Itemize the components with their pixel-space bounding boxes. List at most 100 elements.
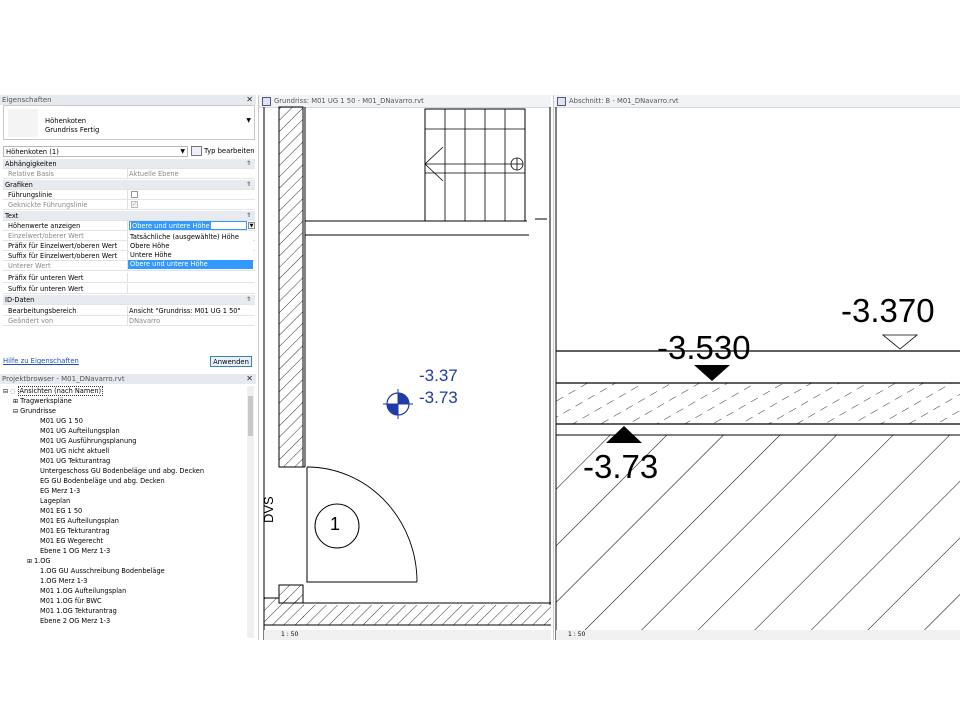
- tree-view-item[interactable]: M01 EG 1 50: [40, 506, 82, 516]
- prop-row-leader: Führungslinie: [3, 190, 255, 200]
- prop-key: Präfix für unteren Wert: [8, 274, 84, 282]
- expand-icon[interactable]: ⊞: [13, 398, 18, 405]
- prop-value: Ansicht "Grundriss: M01 UG 1 50": [129, 307, 241, 315]
- collapse-icon[interactable]: ⇑: [246, 295, 251, 304]
- instance-filter-dropdown[interactable]: Höhenkoten (1) ▼: [3, 146, 188, 157]
- group-dependencies[interactable]: Abhängigkeiten ⇑: [3, 159, 255, 169]
- tree-folder-label: Grundrisse: [20, 407, 56, 415]
- tree-view-label: M01 UG Aufteilungsplan: [40, 427, 120, 435]
- tree-folder-structural[interactable]: ⊞ Tragwerkspläne: [13, 396, 72, 406]
- tree-view-item[interactable]: Lageplan: [40, 496, 70, 506]
- edit-type-button[interactable]: Typ bearbeiten: [191, 146, 255, 157]
- close-icon[interactable]: ✕: [246, 95, 253, 105]
- tree-view-label: M01 EG Aufteilungsplan: [40, 517, 119, 525]
- prop-row-suffix-lower[interactable]: Suffix für unteren Wert: [3, 284, 255, 294]
- collapse-icon[interactable]: ⇑: [246, 159, 251, 168]
- tree-view-item[interactable]: Untergeschoss GU Bodenbeläge und abg. De…: [40, 466, 204, 476]
- tree-view-item[interactable]: M01 EG Aufteilungsplan: [40, 516, 119, 526]
- tree-view-item[interactable]: M01 EG Tekturantrag: [40, 526, 110, 536]
- elevation-marker-mid: [694, 365, 730, 381]
- group-graphics[interactable]: Grafiken ⇑: [3, 180, 255, 190]
- tree-view-item[interactable]: M01 UG Tekturantrag: [40, 456, 110, 466]
- section-view[interactable]: Abschnitt: B - M01_DNavarro.rvt -3.370 -…: [553, 95, 960, 640]
- prop-key: Führungslinie: [8, 191, 53, 199]
- apply-button[interactable]: Anwenden: [210, 356, 252, 367]
- section-canvas[interactable]: [554, 95, 960, 640]
- dropdown-option-selected[interactable]: Obere und untere Höhe: [128, 260, 253, 269]
- scrollbar-thumb[interactable]: [248, 396, 253, 436]
- plan-scale[interactable]: 1 : 50: [281, 631, 298, 638]
- tree-view-item[interactable]: M01 1.OG Aufteilungsplan: [40, 586, 126, 596]
- tree-view-item[interactable]: ⊞ 1.OG: [27, 556, 51, 566]
- section-scale[interactable]: 1 : 50: [568, 631, 585, 638]
- tree-root[interactable]: ⊟ ◌ Ansichten (nach Namen): [3, 386, 104, 396]
- tree-view-item[interactable]: 1.OG GU Ausschreibung Bodenbeläge: [40, 566, 165, 576]
- tree-view-item[interactable]: M01 UG nicht aktuell: [40, 446, 109, 456]
- collapse-icon[interactable]: ⊟: [13, 408, 18, 415]
- tree-view-label: 1.OG: [33, 557, 51, 565]
- tree-view-label: M01 1.OG Aufteilungsplan: [40, 587, 127, 595]
- tree-folder-label: Tragwerkspläne: [20, 397, 72, 405]
- show-values-options: Tatsächliche (ausgewählte) Höhe Obere Hö…: [128, 233, 253, 269]
- wall-left: [278, 106, 304, 468]
- prop-key: Suffix für unteren Wert: [8, 285, 84, 293]
- plan-view[interactable]: Grundriss: M01 UG 1 50 - M01_DNavarro.rv…: [258, 95, 551, 640]
- type-selector[interactable]: Höhenkoten Grundriss Fertig ▼: [3, 105, 255, 140]
- tree-view-label: Ebene 1 OG Merz 1-3: [40, 547, 111, 555]
- room-tag-number[interactable]: 1: [330, 514, 340, 535]
- tree-view-label: 1.OG GU Ausschreibung Bodenbeläge: [40, 567, 165, 575]
- tree-view-item[interactable]: EG GU Bodenbeläge und abg. Decken: [40, 476, 165, 486]
- tree-view-item[interactable]: M01 UG 1 50: [40, 416, 83, 426]
- tree-view-item[interactable]: M01 UG Aufteilungsplan: [40, 426, 120, 436]
- dropdown-option[interactable]: Untere Höhe: [128, 251, 253, 260]
- type-preview-icon: [8, 109, 38, 137]
- collapse-icon[interactable]: ⇑: [246, 211, 251, 220]
- tree-view-item[interactable]: M01 1.OG Tekturantrag: [40, 606, 117, 616]
- spot-elevation-upper[interactable]: -3.37: [419, 366, 458, 386]
- chevron-down-icon: ▼: [180, 148, 185, 155]
- tree-view-label: M01 EG Tekturantrag: [40, 527, 110, 535]
- prop-key: Geknickte Führungslinie: [8, 201, 88, 209]
- tree-view-item[interactable]: 1.OG Merz 1-3: [40, 576, 87, 586]
- collapse-icon[interactable]: ⊟: [3, 388, 8, 395]
- tree-view-item[interactable]: EG Merz 1-3: [40, 486, 80, 496]
- project-browser: Projektbrowser - M01_DNavarro.rvt ✕ ⊟ ◌ …: [0, 374, 256, 640]
- project-browser-title: Projektbrowser - M01_DNavarro.rvt: [2, 375, 125, 383]
- tree-folder-floorplans[interactable]: ⊟ Grundrisse: [13, 406, 56, 416]
- elevation-label-low[interactable]: -3.73: [583, 448, 658, 486]
- leader-checkbox[interactable]: [131, 191, 138, 198]
- tree-view-item[interactable]: Ebene 1 OG Merz 1-3: [40, 546, 110, 556]
- prop-value: Aktuelle Ebene: [129, 170, 179, 178]
- chevron-down-icon[interactable]: ▼: [248, 222, 255, 229]
- collapse-icon[interactable]: ⇑: [246, 180, 251, 189]
- tree-view-item[interactable]: M01 UG Ausführungsplanung: [40, 436, 136, 446]
- bent-leader-checkbox[interactable]: ✓: [131, 201, 138, 208]
- prop-key: Geändert von: [8, 317, 54, 325]
- expand-icon[interactable]: ⊞: [27, 558, 34, 565]
- group-id-data[interactable]: ID-Daten ⇑: [3, 295, 255, 305]
- stair: [424, 108, 526, 222]
- prop-row-prefix-lower[interactable]: Präfix für unteren Wert: [3, 273, 255, 283]
- dropdown-option[interactable]: Tatsächliche (ausgewählte) Höhe: [128, 233, 253, 242]
- edit-type-icon: [191, 146, 202, 156]
- tree-view-label: M01 1.OG Tekturantrag: [40, 607, 117, 615]
- close-icon[interactable]: ✕: [246, 374, 253, 384]
- properties-title: Eigenschaften: [2, 96, 52, 104]
- chevron-down-icon[interactable]: ▼: [246, 117, 251, 124]
- prop-value: DNavarro: [129, 317, 161, 325]
- browser-scrollbar[interactable]: [247, 386, 254, 638]
- spot-elevation-lower[interactable]: -3.73: [419, 388, 458, 408]
- tree-view-item[interactable]: M01 EG Wegerecht: [40, 536, 103, 546]
- group-text[interactable]: Text ⇑: [3, 211, 255, 221]
- wall-tag[interactable]: DVS: [261, 496, 276, 523]
- tree-view-item[interactable]: M01 1.OG für BWC: [40, 596, 102, 606]
- plan-canvas[interactable]: [259, 95, 551, 640]
- show-values-value: Obere und untere Höhe: [131, 222, 211, 230]
- help-properties-link[interactable]: Hilfe zu Eigenschaften: [3, 357, 79, 365]
- dropdown-option[interactable]: Obere Höhe: [128, 242, 253, 251]
- elevation-label-top[interactable]: -3.370: [841, 292, 935, 330]
- tree-view-label: M01 EG 1 50: [40, 507, 83, 515]
- elevation-label-mid[interactable]: -3.530: [657, 329, 751, 367]
- show-values-dropdown[interactable]: Obere und untere Höhe: [129, 221, 247, 230]
- tree-view-item[interactable]: Ebene 2 OG Merz 1-3: [40, 616, 110, 626]
